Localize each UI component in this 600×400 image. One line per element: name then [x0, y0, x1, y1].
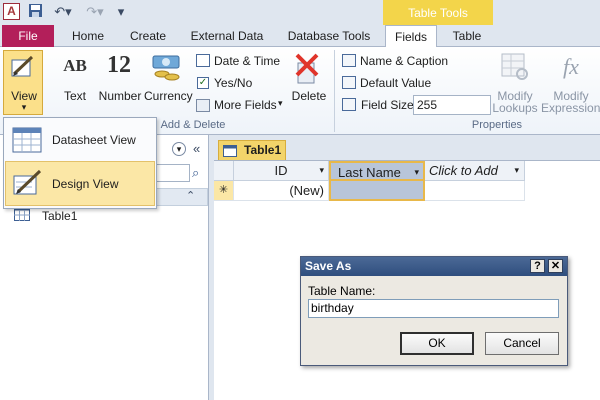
menu-item-design-view[interactable]: Design View: [52, 177, 118, 191]
currency-button[interactable]: Currency: [144, 89, 193, 103]
group-separator: [334, 50, 335, 132]
name-caption-button[interactable]: Name & Caption: [360, 54, 448, 68]
column-header-label: Click to Add: [429, 163, 498, 178]
design-view-icon: [12, 168, 42, 199]
more-fields-button[interactable]: More Fields: [214, 98, 277, 112]
text-button[interactable]: Text: [56, 89, 94, 103]
table-icon: [14, 207, 30, 224]
tab-table[interactable]: Table: [445, 25, 489, 47]
currency-icon: [152, 54, 182, 85]
modify-lookups-label-2[interactable]: Lookups: [490, 101, 540, 115]
customize-toolbar-icon[interactable]: ▾: [114, 3, 128, 21]
chevron-down-icon: ▾: [278, 98, 283, 108]
collapse-group-icon[interactable]: ⌃: [186, 189, 195, 202]
column-header-click-to-add[interactable]: Click to Add ▾: [425, 161, 525, 181]
calendar-icon: [196, 54, 210, 67]
field-size-icon: [342, 98, 356, 111]
field-size-label: Field Size: [361, 98, 414, 112]
text-field-icon: AB: [63, 56, 87, 75]
undo-icon[interactable]: ↶▾: [50, 3, 76, 21]
yes-no-button[interactable]: Yes/No: [214, 76, 252, 90]
modify-expression-label-2[interactable]: Expression: [541, 101, 600, 115]
expression-icon: fx: [563, 54, 579, 79]
cell-last-name-new[interactable]: [329, 181, 425, 201]
nav-search-input[interactable]: [156, 164, 190, 182]
view-label: View: [11, 89, 37, 103]
tab-database-tools[interactable]: Database Tools: [282, 25, 376, 47]
nav-group-header[interactable]: [156, 188, 208, 206]
select-all-corner[interactable]: [214, 161, 234, 181]
column-header-id[interactable]: ID ▾: [234, 161, 329, 181]
dialog-title: Save As: [301, 257, 567, 276]
cell-click-to-add-new[interactable]: [425, 181, 525, 201]
menu-item-datasheet-view[interactable]: Datasheet View: [52, 133, 136, 147]
new-record-marker[interactable]: ✳: [214, 181, 234, 201]
cell-id-new[interactable]: (New): [234, 181, 329, 201]
search-icon[interactable]: ⌕: [192, 165, 199, 181]
date-time-button[interactable]: Date & Time: [214, 54, 280, 68]
name-caption-icon: [342, 54, 356, 67]
close-icon[interactable]: ✕: [548, 259, 563, 273]
delete-button[interactable]: Delete: [288, 89, 330, 103]
document-tab-table1[interactable]: Table1: [218, 140, 286, 160]
more-fields-icon: [196, 99, 210, 112]
column-header-last-name[interactable]: Last Name ▾: [329, 161, 425, 181]
help-button[interactable]: ?: [530, 259, 545, 273]
nav-menu-chevron-icon[interactable]: ▾: [172, 142, 186, 156]
save-icon[interactable]: [26, 3, 44, 21]
tab-home[interactable]: Home: [66, 25, 110, 47]
chevron-down-icon[interactable]: ▾: [319, 161, 324, 180]
chevron-down-icon: ▾: [21, 102, 27, 112]
add-delete-group-label: Add & Delete: [160, 119, 226, 131]
number-button[interactable]: Number: [96, 89, 144, 103]
tab-file[interactable]: File: [2, 25, 54, 47]
chevron-down-icon[interactable]: ▾: [514, 161, 519, 180]
delete-icon: [294, 53, 320, 88]
modify-lookups-icon: [500, 52, 530, 85]
tab-external-data[interactable]: External Data: [186, 25, 268, 47]
redo-icon[interactable]: ↷▾: [82, 3, 108, 21]
tab-create[interactable]: Create: [124, 25, 172, 47]
nav-item-table1[interactable]: Table1: [42, 209, 77, 223]
datasheet-view-icon: [12, 127, 42, 156]
field-size-input[interactable]: 255: [413, 95, 491, 115]
ok-button[interactable]: OK: [400, 332, 474, 355]
number-field-icon: 12: [107, 52, 131, 78]
column-header-label: Last Name: [338, 165, 401, 180]
column-header-label: ID: [274, 163, 288, 178]
shutter-bar-close-icon[interactable]: «: [193, 141, 200, 156]
checkbox-icon: ✓: [197, 77, 209, 89]
chevron-down-icon[interactable]: ▾: [414, 163, 419, 182]
cancel-button[interactable]: Cancel: [485, 332, 559, 355]
table-name-input[interactable]: birthday: [308, 299, 559, 318]
properties-group-label: Properties: [471, 119, 523, 131]
table-name-label: Table Name:: [308, 284, 376, 298]
default-value-button[interactable]: Default Value: [360, 76, 431, 90]
view-icon: [10, 54, 36, 83]
tab-fields[interactable]: Fields: [385, 25, 437, 48]
document-tab-title: Table1: [244, 143, 282, 157]
table-tools-contextual-header: Table Tools: [383, 0, 493, 27]
default-value-icon: [342, 76, 356, 89]
access-app-icon[interactable]: A: [3, 3, 20, 20]
